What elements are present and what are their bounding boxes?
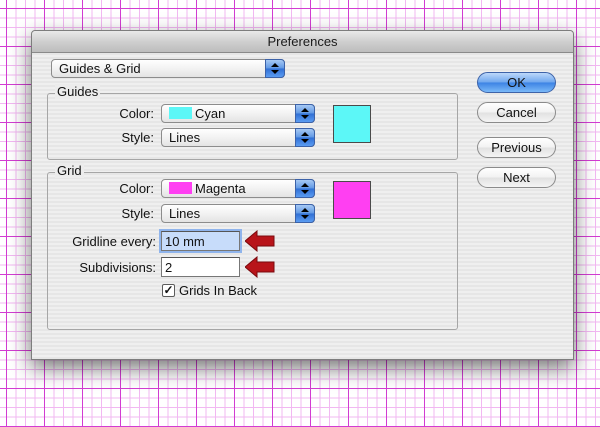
section-popup[interactable]: Guides & Grid xyxy=(51,59,285,78)
guides-color-swatch xyxy=(169,107,192,119)
guides-color-label: Color: xyxy=(119,106,154,121)
popup-arrows-icon xyxy=(295,104,315,123)
grid-style-popup[interactable]: Lines xyxy=(161,204,315,223)
previous-button[interactable]: Previous xyxy=(477,137,556,158)
guides-color-value: Cyan xyxy=(195,106,226,121)
next-button[interactable]: Next xyxy=(477,167,556,188)
grid-style-value: Lines xyxy=(169,206,201,221)
subdivisions-label: Subdivisions: xyxy=(79,260,156,275)
popup-arrows-icon xyxy=(295,179,315,198)
guides-color-preview[interactable] xyxy=(333,105,371,143)
grid-color-preview[interactable] xyxy=(333,181,371,219)
grid-color-swatch xyxy=(169,182,192,194)
section-popup-value: Guides & Grid xyxy=(59,61,141,76)
grids-in-back-checkbox[interactable]: ✓ xyxy=(162,284,175,297)
grid-group-label: Grid xyxy=(55,163,84,178)
grids-in-back-label: Grids In Back xyxy=(179,283,258,298)
cancel-button[interactable]: Cancel xyxy=(477,102,556,123)
grid-style-label: Style: xyxy=(121,206,154,221)
window-title: Preferences xyxy=(32,31,573,53)
grid-color-popup[interactable]: Magenta xyxy=(161,179,315,198)
subdivisions-input[interactable] xyxy=(161,257,240,277)
guides-color-popup[interactable]: Cyan xyxy=(161,104,315,123)
grid-color-label: Color: xyxy=(119,181,154,196)
guides-style-value: Lines xyxy=(169,130,201,145)
popup-arrows-icon xyxy=(265,59,285,78)
popup-arrows-icon xyxy=(295,128,315,147)
ok-button[interactable]: OK xyxy=(477,72,556,93)
popup-arrows-icon xyxy=(295,204,315,223)
guides-style-label: Style: xyxy=(121,130,154,145)
annotation-arrow-icon xyxy=(245,256,275,278)
annotation-arrow-icon xyxy=(245,230,275,252)
checkmark-icon: ✓ xyxy=(163,283,174,297)
grid-color-value: Magenta xyxy=(195,181,246,196)
gridline-every-label: Gridline every: xyxy=(72,234,156,249)
gridline-every-input[interactable] xyxy=(161,231,240,251)
guides-group-label: Guides xyxy=(55,84,101,99)
preferences-dialog: Preferences Guides & Grid Guides Color: … xyxy=(31,30,574,360)
guides-style-popup[interactable]: Lines xyxy=(161,128,315,147)
